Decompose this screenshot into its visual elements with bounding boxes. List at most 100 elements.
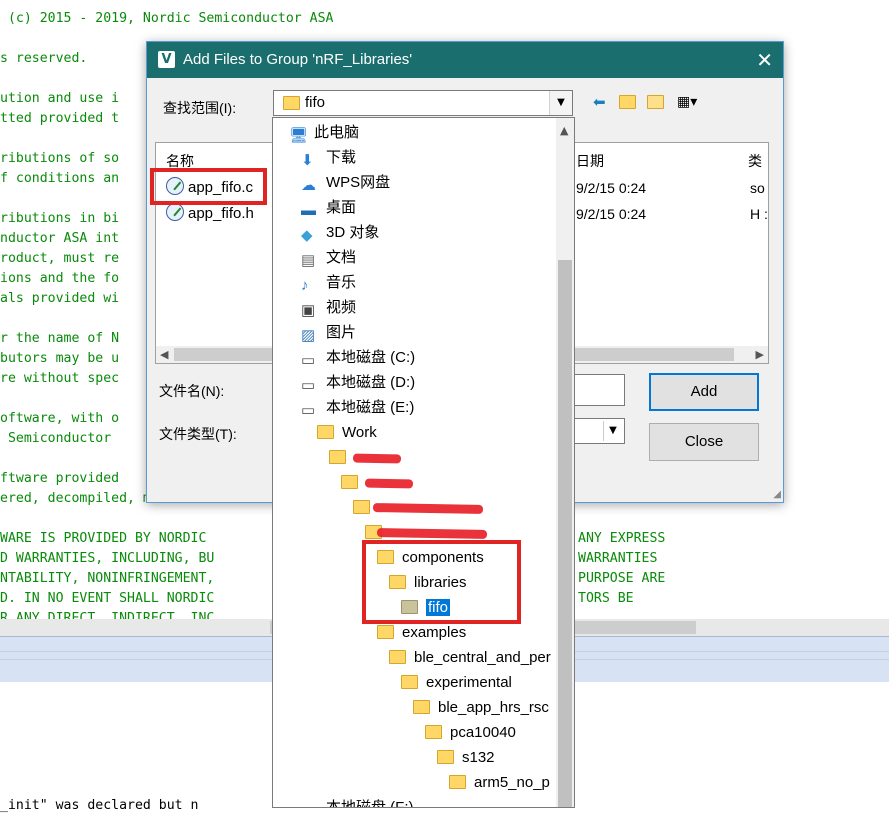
- output-line: _init" was declared but n: [0, 798, 199, 813]
- file-type: so: [750, 180, 765, 196]
- folder-icon: [389, 650, 406, 664]
- dropdown-scroll-thumb[interactable]: [558, 260, 572, 807]
- code-line: ions and the fo: [0, 271, 120, 286]
- dropdown-item[interactable]: ▬ 桌面: [301, 195, 356, 220]
- app-logo-icon: V: [158, 51, 175, 68]
- new-folder-icon[interactable]: [647, 92, 664, 112]
- column-header-date[interactable]: 日期: [576, 151, 604, 171]
- close-button[interactable]: Close: [649, 423, 759, 461]
- dropdown-item[interactable]: 🖥 此电脑: [289, 120, 359, 145]
- look-in-value: fifo: [305, 94, 326, 111]
- dropdown-item[interactable]: [341, 470, 414, 495]
- code-line: r the name of N: [0, 331, 120, 346]
- dropdown-item[interactable]: ▭ 本地磁盘 (C:): [301, 345, 415, 370]
- redacted-scribble: [364, 478, 414, 489]
- code-line: butors may be u: [0, 351, 120, 366]
- look-in-combobox[interactable]: fifo ▼: [273, 90, 573, 116]
- folder-icon: [413, 700, 430, 714]
- scroll-left-icon[interactable]: ◀: [160, 348, 168, 361]
- dropdown-item[interactable]: ▭ 本地磁盘 (D:): [301, 370, 415, 395]
- dropdown-item-label: 3D 对象: [326, 224, 380, 241]
- redacted-scribble: [376, 528, 488, 539]
- header-file-icon: [166, 203, 184, 221]
- dropdown-item[interactable]: ☁ WPS网盘: [301, 170, 390, 195]
- dropdown-item-label: 本地磁盘 (D:): [326, 374, 416, 391]
- dropdown-item[interactable]: pca10040: [425, 720, 516, 745]
- column-header-type[interactable]: 类: [748, 151, 762, 171]
- dropdown-item-label: arm5_no_p: [474, 774, 550, 791]
- code-line: s reserved.: [0, 51, 88, 66]
- scroll-up-icon[interactable]: ▲: [560, 124, 568, 137]
- look-in-dropdown-list[interactable]: ▲ 🖥 此电脑 ⬇ 下载 ☁ WPS网盘 ▬ 桌面 ◆ 3D 对象 ▤ 文档 ♪ 音乐 ▣ 视频 ▨ 图片 ▭ 本地磁…: [272, 117, 575, 808]
- code-line: roduct, must re: [0, 251, 120, 266]
- dropdown-item[interactable]: Work: [317, 420, 377, 445]
- view-menu-icon[interactable]: ▦▾: [677, 92, 697, 112]
- code-line: Semiconductor: [0, 431, 112, 446]
- dropdown-item[interactable]: ▣ 视频: [301, 295, 356, 320]
- folder-icon: [317, 425, 334, 439]
- folder-icon: [353, 500, 370, 514]
- dropdown-item[interactable]: experimental: [401, 670, 512, 695]
- file-item[interactable]: app_fifo.h: [166, 203, 254, 225]
- code-line: als provided wi: [0, 291, 120, 306]
- code-line: (c) 2015 - 2019, Nordic Semiconductor AS…: [0, 11, 334, 26]
- code-line: D WARRANTIES, INCLUDING, BU: [0, 551, 215, 566]
- file-date: 9/2/15 0:24: [576, 180, 647, 196]
- close-icon[interactable]: ✕: [756, 42, 773, 78]
- scroll-right-icon[interactable]: ▶: [756, 348, 764, 361]
- file-name: app_fifo.h: [188, 205, 254, 222]
- video-icon: ▣: [301, 302, 316, 319]
- up-folder-icon[interactable]: [619, 92, 636, 112]
- dropdown-item[interactable]: ble_app_hrs_rsc: [413, 695, 549, 720]
- drive-icon: ▭: [301, 402, 316, 419]
- code-line-right: PURPOSE ARE: [578, 571, 666, 586]
- look-in-label: 查找范围(I):: [163, 100, 237, 116]
- chevron-down-icon[interactable]: ▼: [603, 421, 622, 441]
- dropdown-item-label: 本地磁盘 (C:): [326, 349, 416, 366]
- chevron-down-icon[interactable]: ▼: [549, 91, 572, 115]
- dropdown-item-label: 图片: [326, 324, 357, 341]
- dropdown-scrollbar[interactable]: ▲: [556, 118, 574, 807]
- redacted-scribble: [352, 453, 402, 464]
- drive-icon: ▭: [301, 803, 319, 808]
- code-line: nductor ASA int: [0, 231, 120, 246]
- code-line: ributions of so: [0, 151, 120, 166]
- picture-icon: ▨: [301, 327, 316, 344]
- dropdown-item-label: Work: [342, 424, 377, 441]
- drive-icon: ▭: [301, 377, 316, 394]
- code-line: f conditions an: [0, 171, 120, 186]
- code-line: ution and use i: [0, 91, 120, 106]
- folder-icon: [401, 675, 418, 689]
- add-button[interactable]: Add: [649, 373, 759, 411]
- code-line: oftware, with o: [0, 411, 120, 426]
- code-line: tted provided t: [0, 111, 120, 126]
- code-line: ftware provided: [0, 471, 120, 486]
- folder-icon: [449, 775, 466, 789]
- dropdown-item-label: WPS网盘: [326, 174, 391, 191]
- dropdown-item[interactable]: s132: [437, 745, 495, 770]
- dropdown-item-label: ble_app_hrs_rsc: [438, 699, 549, 716]
- dropdown-item[interactable]: ▤ 文档: [301, 245, 356, 270]
- file-date: 9/2/15 0:24: [576, 206, 647, 222]
- back-icon[interactable]: ⬅: [593, 92, 606, 112]
- dropdown-item-label: experimental: [426, 674, 512, 691]
- resize-grip-icon[interactable]: ◢: [773, 489, 781, 500]
- cloud-icon: ☁: [301, 177, 316, 194]
- dropdown-item-label: 文档: [326, 249, 357, 266]
- dropdown-item[interactable]: ▭ 本地磁盘 (F:): [301, 795, 414, 808]
- dialog-titlebar[interactable]: V Add Files to Group 'nRF_Libraries' ✕: [147, 42, 783, 78]
- dropdown-item[interactable]: ble_central_and_per: [389, 645, 551, 670]
- dropdown-item[interactable]: arm5_no_p: [449, 770, 550, 795]
- dropdown-item[interactable]: ⬇ 下载: [301, 145, 356, 170]
- redacted-scribble: [372, 503, 484, 514]
- desktop-icon: ▬: [301, 202, 316, 219]
- dropdown-item[interactable]: ♪ 音乐: [301, 270, 356, 295]
- folder-icon: [329, 450, 346, 464]
- dropdown-item[interactable]: ▭ 本地磁盘 (E:): [301, 395, 414, 420]
- dropdown-item-label: 本地磁盘 (F:): [326, 799, 414, 808]
- dropdown-item[interactable]: ◆ 3D 对象: [301, 220, 379, 245]
- dropdown-item[interactable]: ▨ 图片: [301, 320, 356, 345]
- dropdown-item[interactable]: [353, 495, 484, 520]
- dropdown-item[interactable]: [329, 445, 402, 470]
- pc-icon: 🖥: [289, 127, 309, 144]
